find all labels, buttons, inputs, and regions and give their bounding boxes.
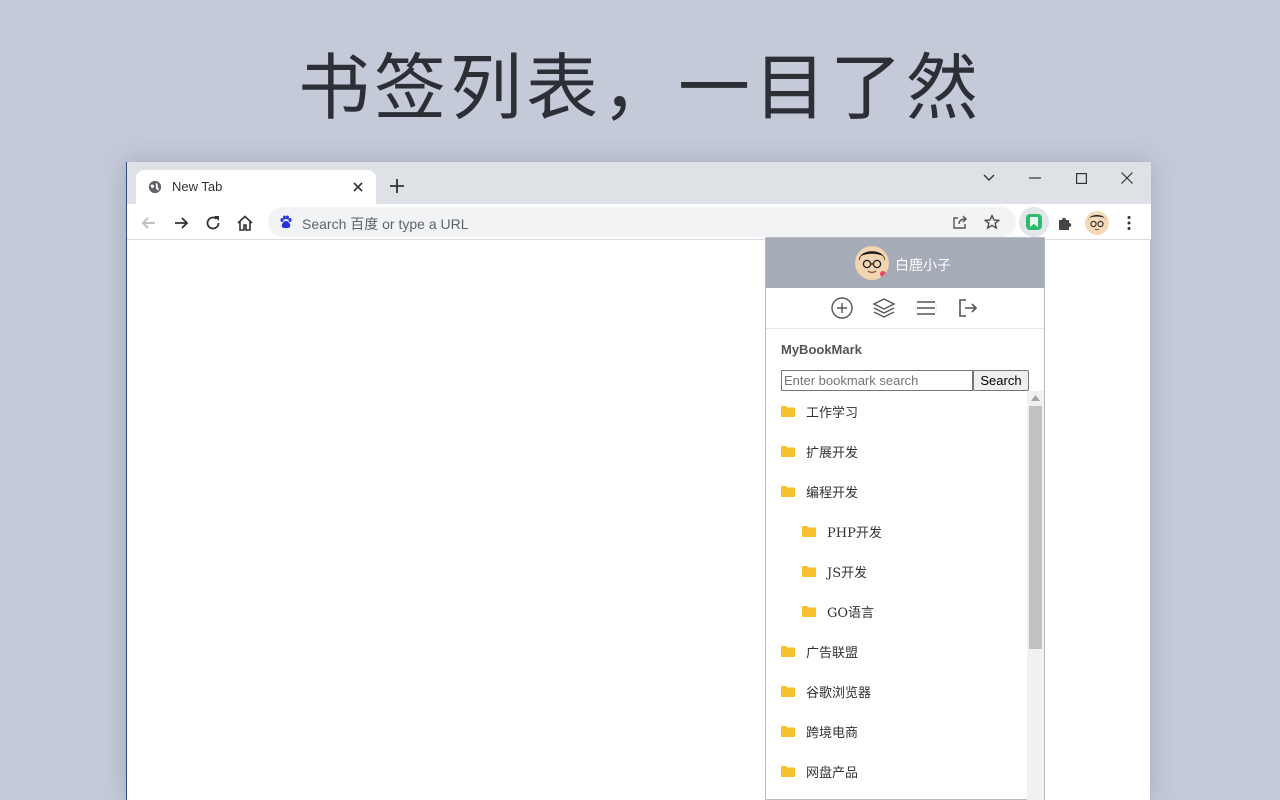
bookmark-extension-icon: [1026, 214, 1042, 230]
maximize-button[interactable]: [1066, 168, 1096, 188]
bookmark-label: 扩展开发: [806, 445, 859, 461]
list-item[interactable]: PHP开发: [802, 511, 882, 551]
bookmark-label: 广告联盟: [806, 645, 859, 661]
minimize-icon: [1029, 177, 1041, 179]
more-icon[interactable]: [1120, 214, 1138, 232]
close-icon: [1121, 172, 1133, 184]
add-circle-icon[interactable]: [830, 296, 854, 320]
star-icon[interactable]: [984, 214, 1000, 230]
list-item[interactable]: 扩展开发: [781, 431, 858, 471]
bookmark-list: 工作学习 扩展开发 编程开发 PHP开发 JS开发 GO语言 广告联盟 谷歌浏览…: [766, 391, 1044, 800]
list-item[interactable]: 网盘产品: [781, 751, 858, 791]
chevron-down-icon: [983, 174, 995, 181]
folder-icon: [802, 565, 816, 577]
bookmark-label: 谷歌浏览器: [806, 685, 872, 701]
share-icon[interactable]: [952, 214, 968, 230]
toolbar: Search 百度 or type a URL: [127, 204, 1151, 240]
popup-header: 白鹿小子: [766, 238, 1044, 288]
folder-icon: [781, 405, 795, 417]
username: 白鹿小子: [895, 258, 951, 274]
scrollbar[interactable]: [1027, 391, 1044, 800]
popup-actions: [766, 288, 1044, 329]
tab-title: New Tab: [172, 179, 223, 194]
bookmark-popup: 白鹿小子 MyBookMark Search 工作学习 扩展开发: [765, 237, 1045, 800]
folder-icon: [781, 445, 795, 457]
list-item[interactable]: 跨境电商: [781, 711, 858, 751]
scrollbar-thumb[interactable]: [1029, 406, 1042, 649]
bookmark-label: GO语言: [827, 605, 875, 621]
address-placeholder: Search 百度 or type a URL: [302, 216, 469, 232]
headline: 书签列表，一目了然: [297, 46, 982, 130]
maximize-icon: [1075, 172, 1087, 184]
search-button[interactable]: Search: [973, 370, 1029, 391]
bookmark-label: 网盘产品: [806, 765, 859, 781]
reload-icon[interactable]: [204, 214, 222, 232]
folder-icon: [802, 525, 816, 537]
avatar[interactable]: [1085, 211, 1109, 235]
bookmark-search-input[interactable]: [781, 370, 973, 391]
plus-icon[interactable]: [389, 178, 405, 194]
list-item[interactable]: GO语言: [802, 591, 874, 631]
folder-icon: [781, 485, 795, 497]
close-window-button[interactable]: [1112, 168, 1142, 188]
folder-icon: [781, 685, 795, 697]
popup-title: MyBookMark: [781, 342, 862, 357]
back-icon[interactable]: [140, 214, 158, 232]
folder-icon: [781, 645, 795, 657]
bookmark-label: JS开发: [827, 565, 868, 581]
avatar: [855, 246, 889, 280]
forward-icon[interactable]: [172, 214, 190, 232]
logout-icon[interactable]: [956, 296, 980, 320]
list-item[interactable]: 谷歌浏览器: [781, 671, 871, 711]
minimize-button[interactable]: [1020, 168, 1050, 188]
bookmark-extension-button[interactable]: [1019, 207, 1049, 237]
menu-icon[interactable]: [914, 296, 938, 320]
list-item[interactable]: 编程开发: [781, 471, 858, 511]
close-icon[interactable]: [352, 181, 364, 193]
bookmark-label: 工作学习: [806, 405, 859, 421]
baidu-icon: [280, 215, 292, 229]
folder-icon: [802, 605, 816, 617]
bookmark-label: 跨境电商: [806, 725, 859, 741]
folder-icon: [781, 765, 795, 777]
bookmark-label: PHP开发: [827, 525, 882, 541]
list-item[interactable]: 工作学习: [781, 391, 858, 431]
globe-icon: [148, 180, 162, 194]
tab-new-tab[interactable]: New Tab: [136, 170, 376, 204]
bookmark-label: 编程开发: [806, 485, 859, 501]
scroll-up-arrow-icon[interactable]: [1031, 395, 1040, 401]
list-item[interactable]: JS开发: [802, 551, 867, 591]
tab-search-button[interactable]: [974, 168, 1004, 188]
layers-icon[interactable]: [872, 296, 896, 320]
home-icon[interactable]: [236, 214, 254, 232]
list-item[interactable]: 广告联盟: [781, 631, 858, 671]
address-bar[interactable]: Search 百度 or type a URL: [268, 207, 1016, 237]
tab-strip: New Tab: [127, 162, 1151, 204]
folder-icon: [781, 725, 795, 737]
puzzle-icon[interactable]: [1056, 214, 1074, 232]
